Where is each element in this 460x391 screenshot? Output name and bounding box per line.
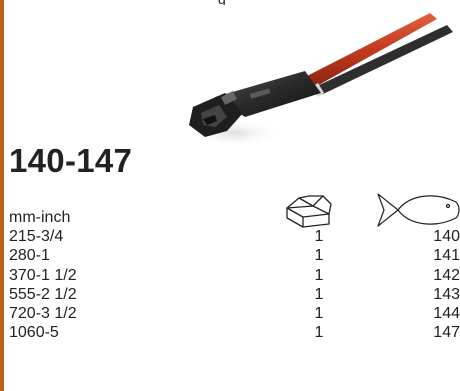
unit-label: mm-inch — [9, 209, 71, 226]
article-number-cell: 147 — [433, 324, 460, 342]
size-cell: 215-3/4 — [9, 228, 64, 245]
size-cell: 555-2 1/2 — [9, 285, 77, 303]
size-cell: 720-3 1/2 — [9, 305, 77, 323]
qty-cell: 1 — [314, 247, 324, 265]
qty-cell: 1 — [314, 266, 324, 284]
article-number-cell: 144 — [433, 305, 460, 323]
left-border — [0, 0, 4, 391]
package-box-icon — [286, 195, 332, 228]
table-row: 720-3 1/2 1 144 — [9, 304, 460, 323]
table-row: 370-1 1/2 1 142 — [9, 266, 460, 285]
qty-cell: 1 — [314, 228, 324, 245]
table-row: 1060-5 1 147 — [9, 323, 460, 342]
table-row: 555-2 1/2 1 143 — [9, 285, 460, 304]
table-row: 280-1 1 141 — [9, 246, 460, 265]
article-number-cell: 140 — [433, 228, 460, 245]
article-number-cell: 143 — [433, 285, 460, 303]
size-cell: 370-1 1/2 — [9, 266, 77, 284]
table-row: 215-3/4 1 140 — [9, 227, 460, 246]
size-cell: 280-1 — [9, 247, 50, 265]
article-number-cell: 141 — [433, 247, 460, 265]
fish-icon — [377, 193, 460, 227]
product-title: 140-147 — [9, 142, 133, 179]
size-table: 215-3/4 1 140 280-1 1 141 370-1 1/2 1 14… — [9, 227, 460, 343]
qty-cell: 1 — [314, 324, 324, 342]
qty-cell: 1 — [314, 305, 324, 323]
article-number-cell: 142 — [433, 266, 460, 284]
size-cell: 1060-5 — [9, 324, 59, 342]
qty-cell: 1 — [314, 285, 324, 303]
pipe-wrench-image — [187, 13, 453, 147]
catalog-page: g 140-147 mm- — [0, 0, 460, 391]
